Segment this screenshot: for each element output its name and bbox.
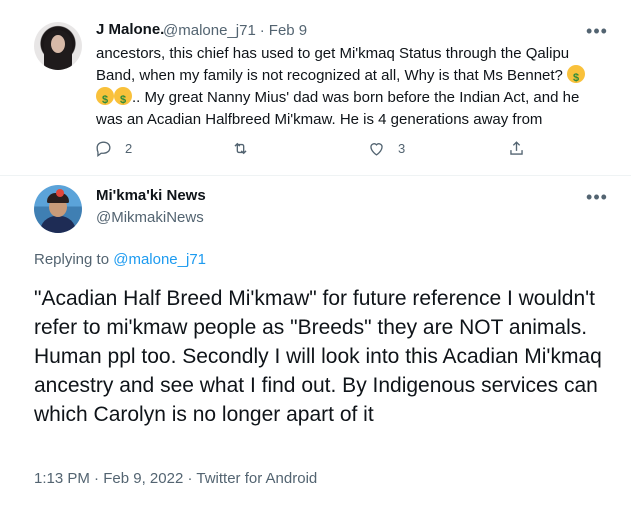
- tweet-date[interactable]: Feb 9, 2022: [103, 470, 183, 487]
- avatar-face: [51, 35, 65, 53]
- share-icon: [510, 141, 523, 155]
- reply-text-part2: .. My great Nanny Mius' dad was born bef…: [96, 89, 580, 128]
- main-more-icon[interactable]: •••: [582, 188, 612, 210]
- tweet-time[interactable]: 1:13 PM: [34, 470, 90, 487]
- reply-text-part1: ancestors, this chief has used to get Mi…: [96, 45, 570, 84]
- heart-icon: [370, 143, 383, 156]
- avatar-hat: [56, 189, 64, 197]
- reply-count: 2: [125, 141, 133, 156]
- avatar-mikmaki-news[interactable]: [34, 185, 82, 233]
- reply-author-name[interactable]: J Malone.: [96, 21, 164, 38]
- tweet-source[interactable]: Twitter for Android: [196, 470, 317, 487]
- tweet-timestamp: 1:13 PM · Feb 9, 2022 · Twitter for Andr…: [34, 470, 317, 487]
- share-action-button[interactable]: [507, 139, 526, 158]
- like-action-button[interactable]: 3: [367, 139, 405, 158]
- reply-action-button[interactable]: 2: [94, 139, 132, 158]
- main-author-name[interactable]: Mi'kma'ki News: [96, 187, 206, 204]
- meta-separator: ·: [259, 22, 265, 39]
- reply-meta: @malone_j71 · Feb 9: [163, 22, 311, 39]
- replying-to-link[interactable]: @malone_j71: [113, 251, 206, 268]
- reply-more-icon[interactable]: •••: [582, 22, 612, 44]
- reply-tweet-text: ancestors, this chief has used to get Mi…: [96, 43, 606, 131]
- main-author-handle[interactable]: @MikmakiNews: [96, 209, 204, 226]
- footer-separator: ·: [94, 470, 100, 487]
- retweet-icon: [234, 142, 247, 155]
- money-mouth-face-icon: [567, 65, 586, 89]
- avatar-body: [40, 216, 76, 233]
- replying-to-line: Replying to @malone_j71: [34, 251, 206, 268]
- like-count: 3: [398, 141, 406, 156]
- reply-date[interactable]: Feb 9: [269, 22, 307, 39]
- replying-to-label: Replying to: [34, 251, 110, 268]
- avatar-j-malone[interactable]: [34, 22, 82, 70]
- reply-icon: [96, 141, 111, 157]
- retweet-action-button[interactable]: [231, 139, 262, 158]
- money-mouth-face-icon: [114, 87, 132, 111]
- reply-handle[interactable]: @malone_j71: [163, 22, 256, 39]
- main-tweet-text: "Acadian Half Breed Mi'kmaw" for future …: [34, 287, 602, 426]
- footer-separator: ·: [187, 470, 193, 487]
- money-mouth-face-icon: [96, 87, 114, 111]
- divider: [0, 175, 631, 176]
